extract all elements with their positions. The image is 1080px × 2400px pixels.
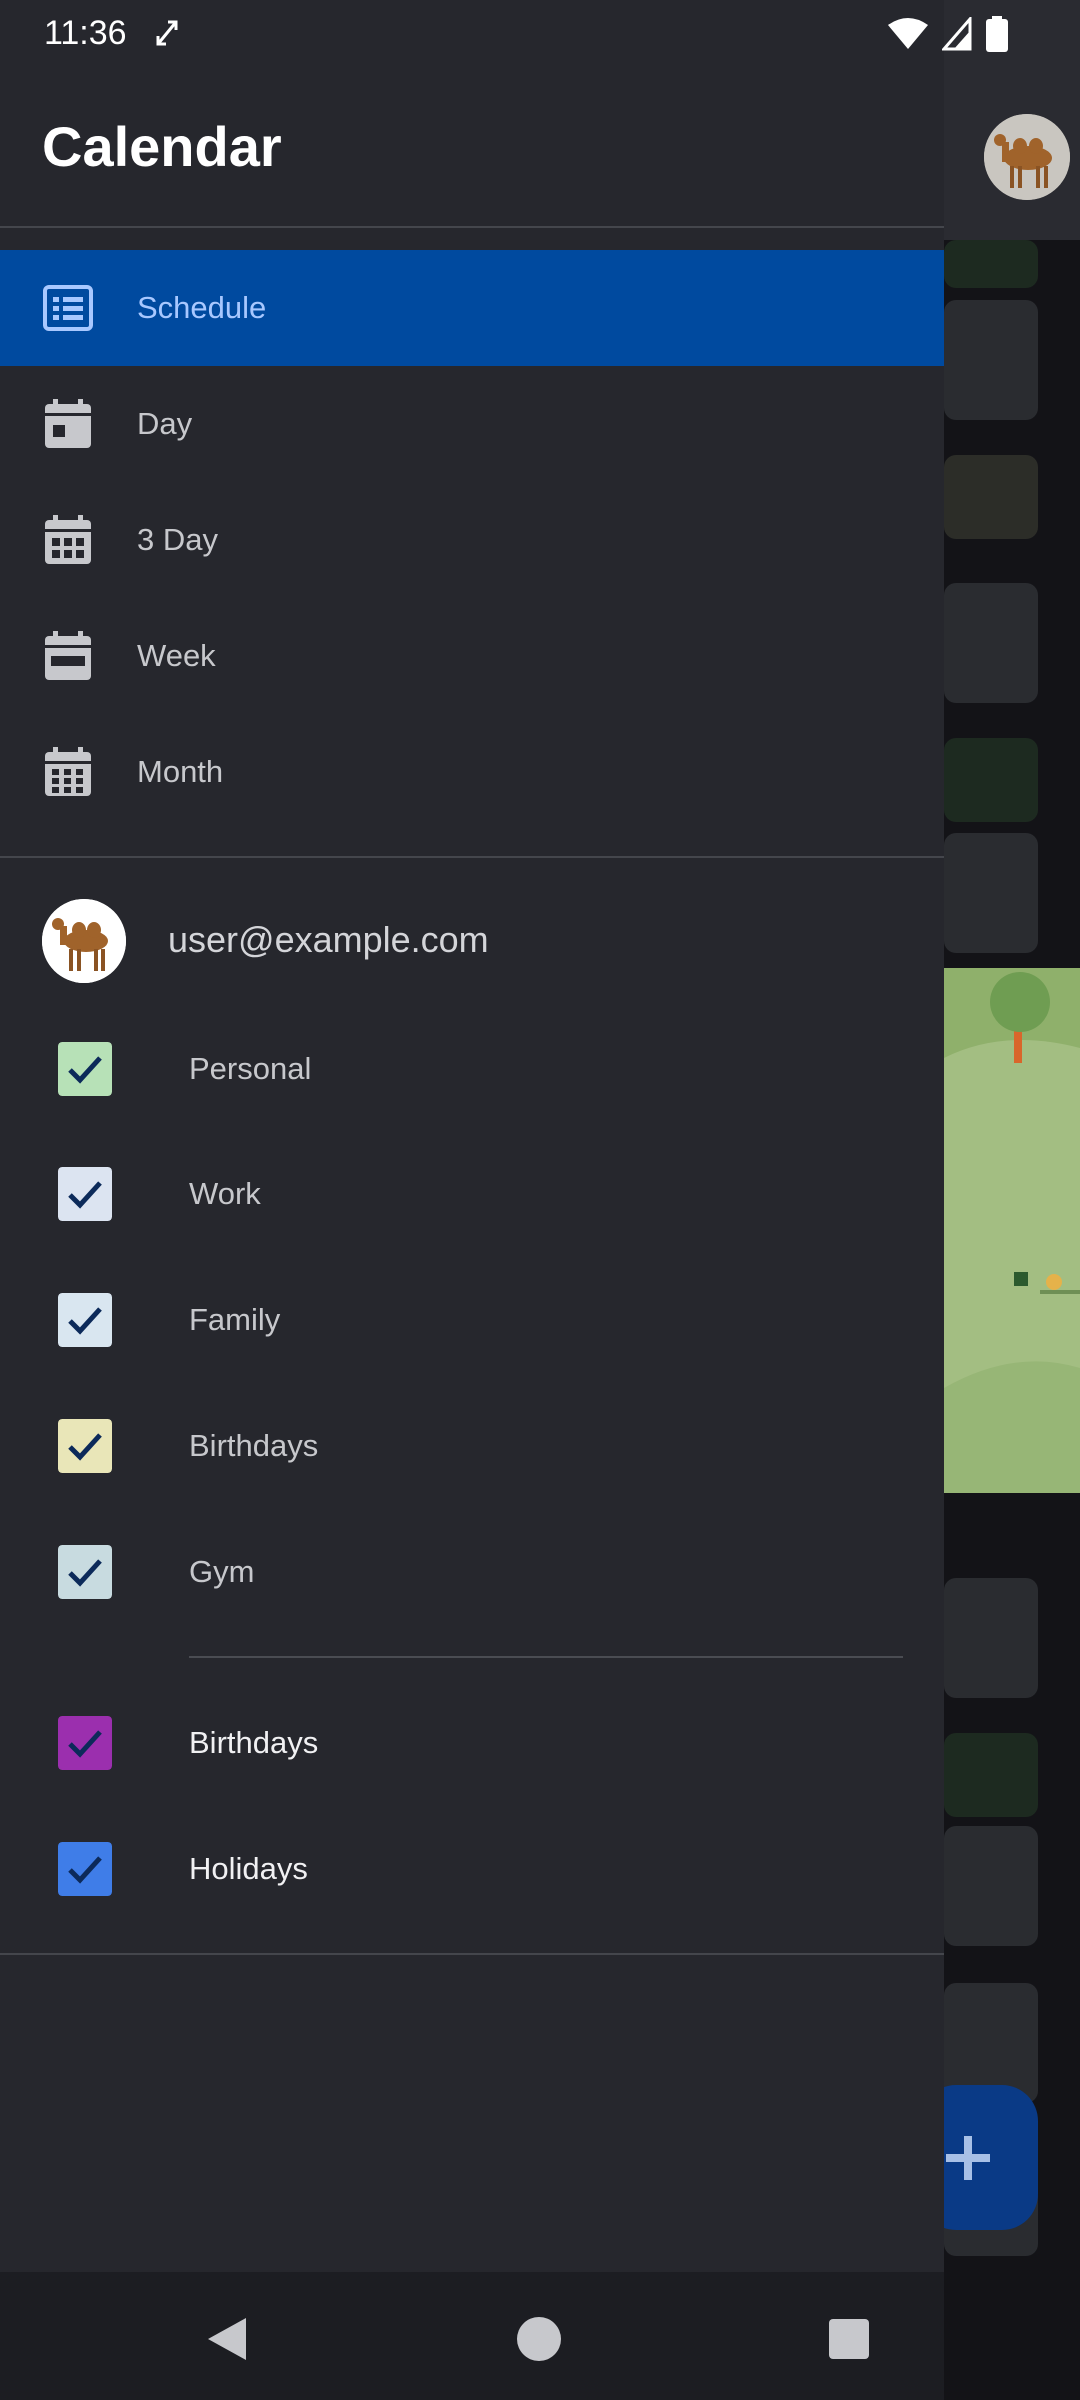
calendar-label: Birthdays: [189, 1725, 319, 1760]
calendar-3day-icon: [45, 515, 91, 564]
divider: [0, 856, 944, 858]
calendar-day-icon: [45, 399, 91, 448]
cell-signal-icon: [942, 17, 972, 51]
background-event: [944, 300, 1038, 420]
calendar-item-personal[interactable]: Personal: [0, 1019, 944, 1119]
checkbox-checked-icon[interactable]: [58, 1419, 112, 1473]
divider: [0, 226, 944, 228]
recents-icon[interactable]: [828, 2318, 870, 2360]
background-event: [944, 583, 1038, 703]
background-event: [944, 1733, 1038, 1817]
nav-item-month[interactable]: Month: [0, 714, 944, 830]
background-event: [944, 1578, 1038, 1698]
background-illustration: [944, 968, 1080, 1493]
calendar-week-icon: [45, 631, 91, 680]
account-row[interactable]: user@example.com: [0, 895, 944, 991]
account-email: user@example.com: [168, 919, 489, 960]
calendar-label: Birthdays: [189, 1428, 319, 1463]
checkbox-checked-icon[interactable]: [58, 1167, 112, 1221]
nav-bar-edge: [944, 2272, 1080, 2400]
schedule-list-icon: [43, 285, 93, 331]
calendar-label: Gym: [189, 1554, 255, 1589]
nav-item-day[interactable]: Day: [0, 366, 944, 482]
avatar: [42, 899, 126, 983]
calendar-label: Work: [189, 1176, 261, 1211]
background-event: [944, 1826, 1038, 1946]
status-icons: [888, 16, 1008, 52]
nav-item-label: 3 Day: [137, 522, 218, 557]
checkbox-checked-icon[interactable]: [58, 1545, 112, 1599]
calendar-label: Personal: [189, 1051, 312, 1086]
navigation-drawer: Calendar Schedule Day 3 Day Week Month u…: [0, 0, 944, 2272]
background-event: [944, 833, 1038, 953]
calendar-month-icon: [45, 747, 91, 796]
system-nav-bar: [0, 2272, 1080, 2400]
background-event: [944, 455, 1038, 539]
wifi-icon: [888, 18, 928, 49]
checkbox-checked-icon[interactable]: [58, 1842, 112, 1896]
divider: [189, 1656, 903, 1658]
nav-item-label: Week: [137, 638, 216, 673]
status-bar: 11:36: [0, 0, 1080, 72]
nav-item-week[interactable]: Week: [0, 598, 944, 714]
divider: [0, 1953, 944, 1955]
nav-item-label: Month: [137, 754, 224, 789]
background-event: [944, 240, 1038, 288]
calendar-item-gym[interactable]: Gym: [0, 1522, 944, 1622]
nav-item-label: Schedule: [137, 290, 267, 325]
background-event: [944, 738, 1038, 822]
nav-item-schedule[interactable]: Schedule: [0, 250, 944, 366]
calendar-label: Family: [189, 1302, 281, 1337]
calendar-item-holidays[interactable]: Holidays: [0, 1819, 944, 1919]
home-icon[interactable]: [516, 2316, 562, 2362]
status-time: 11:36: [44, 14, 127, 52]
checkbox-checked-icon[interactable]: [58, 1042, 112, 1096]
calendar-item-family[interactable]: Family: [0, 1270, 944, 1370]
calendar-label: Holidays: [189, 1851, 308, 1886]
battery-icon: [986, 16, 1008, 52]
calendar-item-birthdays-other[interactable]: Birthdays: [0, 1693, 944, 1793]
checkbox-checked-icon[interactable]: [58, 1716, 112, 1770]
nav-item-label: Day: [137, 406, 193, 441]
back-icon[interactable]: [204, 2316, 250, 2362]
background-avatar[interactable]: [984, 114, 1070, 200]
drawer-title: Calendar: [42, 115, 282, 178]
checkbox-checked-icon[interactable]: [58, 1293, 112, 1347]
sync-icon: [154, 18, 180, 52]
calendar-item-work[interactable]: Work: [0, 1144, 944, 1244]
calendar-item-birthdays[interactable]: Birthdays: [0, 1396, 944, 1496]
nav-item-3-day[interactable]: 3 Day: [0, 482, 944, 598]
